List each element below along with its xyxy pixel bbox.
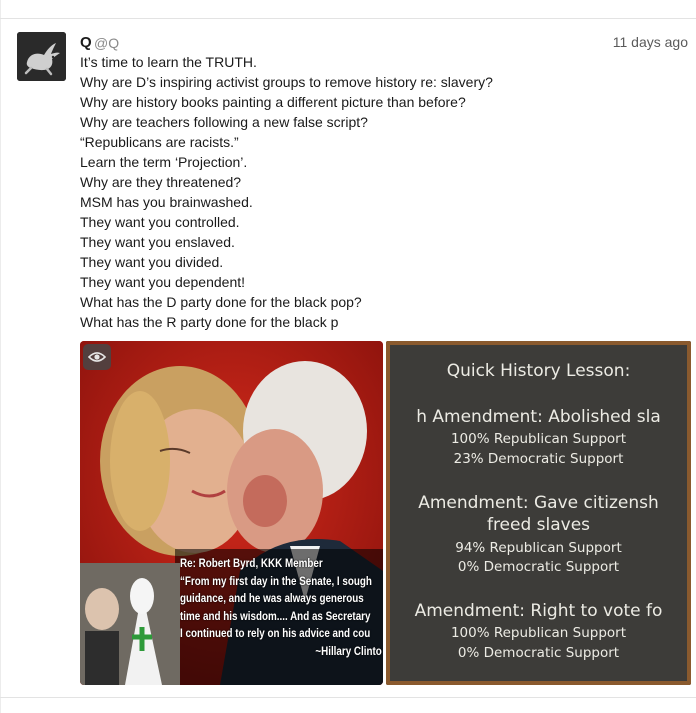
post-line: Why are D’s inspiring activist groups to…	[80, 74, 493, 90]
caption-line: “From my first day in the Senate, I soug…	[180, 573, 372, 588]
avatar[interactable]	[17, 32, 66, 81]
chalkboard-democratic: 0% Democratic Support	[457, 559, 620, 575]
caption-line: I continued to rely on his advice and co…	[180, 626, 371, 640]
chalkboard-heading: Amendment: Right to vote fo	[414, 601, 663, 621]
post-line: MSM has you brainwashed.	[80, 194, 253, 210]
post-line: They want you dependent!	[80, 274, 246, 290]
sensitive-content-toggle[interactable]	[83, 344, 111, 370]
chalkboard-heading: h Amendment: Abolished sla	[416, 407, 661, 427]
post-line: What has the R party done for the black …	[80, 314, 339, 330]
media-image-1[interactable]: Re: Robert Byrd, KKK Member “From my fir…	[80, 341, 383, 685]
post-line: Why are they threatened?	[80, 174, 242, 190]
post-line: What has the D party done for the black …	[80, 294, 362, 310]
post-line: They want you controlled.	[80, 214, 240, 230]
divider-bottom	[0, 697, 696, 698]
chalkboard-republican: 100% Republican Support	[450, 625, 627, 641]
user-handle[interactable]: @Q	[94, 35, 119, 51]
image-caption: Re: Robert Byrd, KKK Member “From my fir…	[180, 555, 383, 685]
chalkboard-republican: 94% Republican Support	[455, 540, 622, 556]
post-line: Learn the term ‘Projection’.	[80, 154, 248, 170]
chalkboard-republican: 100% Republican Support	[450, 431, 627, 447]
caption-signature: ~Hillary Clinto	[315, 643, 382, 658]
post-line: They want you enslaved.	[80, 234, 235, 250]
media-image-2[interactable]: Quick History Lesson: h Amendment: Aboli…	[386, 341, 691, 685]
left-border	[0, 0, 1, 713]
chalkboard-heading: Amendment: Gave citizensh	[418, 493, 659, 513]
rabbit-logo-icon	[17, 32, 66, 81]
divider-top	[0, 18, 696, 19]
chalkboard-democratic: 0% Democratic Support	[457, 645, 620, 661]
post-line: They want you divided.	[80, 254, 224, 270]
post-timestamp[interactable]: 11 days ago	[613, 34, 688, 50]
display-name[interactable]: Q	[80, 34, 92, 51]
caption-line: time and his wisdom.... And as Secretary	[180, 608, 371, 623]
eye-icon	[88, 352, 106, 362]
post-body: It’s time to learn the TRUTH. Why are D’…	[80, 52, 690, 332]
caption-line: Re: Robert Byrd, KKK Member	[180, 556, 323, 570]
chalkboard-title: Quick History Lesson:	[446, 361, 631, 381]
post-line: It’s time to learn the TRUTH.	[80, 54, 257, 70]
post-line: “Republicans are racists.”	[80, 134, 239, 150]
chalkboard-democratic: 23% Democratic Support	[453, 451, 624, 467]
chalkboard-heading-cont: freed slaves	[486, 515, 591, 535]
caption-line: guidance, and he was always generous	[180, 591, 364, 605]
post-line: Why are teachers following a new false s…	[80, 114, 368, 130]
post-line: Why are history books painting a differe…	[80, 94, 466, 110]
